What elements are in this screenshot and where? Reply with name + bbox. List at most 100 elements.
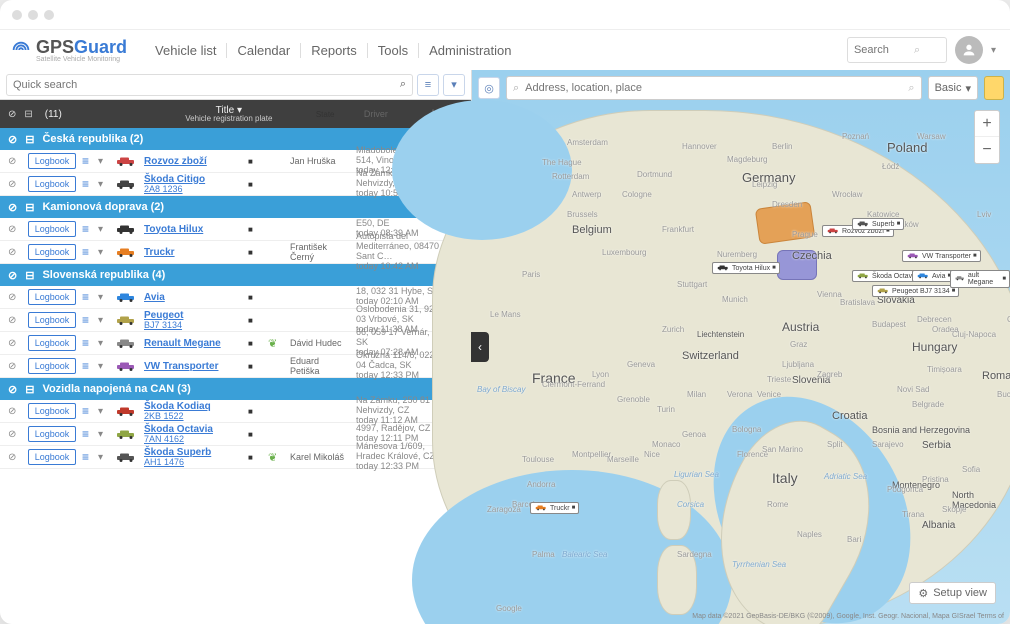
- vehicle-name-cell[interactable]: Truckr: [144, 247, 242, 258]
- window-min-dot[interactable]: [28, 10, 38, 20]
- vehicle-name-cell[interactable]: Renault Megane: [144, 338, 242, 349]
- col-state[interactable]: State: [312, 110, 352, 119]
- logbook-button[interactable]: Logbook: [28, 403, 76, 419]
- nav-reports[interactable]: Reports: [300, 43, 367, 58]
- collapse-icon[interactable]: ⊟: [25, 133, 34, 146]
- window-max-dot[interactable]: [44, 10, 54, 20]
- list-options-button[interactable]: ▾: [443, 74, 465, 96]
- pegman-icon[interactable]: [984, 76, 1004, 100]
- zoom-out-button[interactable]: −: [975, 137, 999, 163]
- vehicle-name-cell[interactable]: Škoda Octavia 7AN 4162: [144, 424, 242, 445]
- map-layer-select[interactable]: Basic▾: [928, 76, 978, 100]
- vehicle-plate[interactable]: 2A8 1236: [144, 185, 242, 195]
- row-more-icon[interactable]: ▾: [98, 292, 108, 303]
- col-driver[interactable]: Driver: [360, 109, 420, 119]
- vehicle-name-cell[interactable]: Škoda Superb AH1 1476: [144, 447, 242, 468]
- vehicle-name-link[interactable]: Renault Megane: [144, 338, 242, 349]
- row-menu-icon[interactable]: ≡: [82, 245, 92, 259]
- panel-collapse-button[interactable]: ‹: [471, 332, 489, 362]
- row-more-icon[interactable]: ▾: [98, 315, 108, 326]
- map-search[interactable]: ⌕ ⌕: [506, 76, 922, 100]
- logbook-button[interactable]: Logbook: [28, 153, 76, 169]
- row-more-icon[interactable]: ▾: [98, 338, 108, 349]
- vehicle-row[interactable]: ⊘ Logbook ≡ ▾ Škoda Kodiaq 2KB 1522 ■ Na…: [0, 400, 471, 423]
- vehicle-map-pin[interactable]: Superb■: [852, 218, 904, 230]
- logbook-button[interactable]: Logbook: [28, 426, 76, 442]
- collapse-icon[interactable]: ⊟: [25, 383, 34, 396]
- row-menu-icon[interactable]: ≡: [82, 404, 92, 418]
- row-more-icon[interactable]: ▾: [98, 247, 108, 258]
- logbook-button[interactable]: Logbook: [28, 221, 76, 237]
- logbook-button[interactable]: Logbook: [28, 358, 76, 374]
- row-check-icon[interactable]: ⊘: [8, 247, 22, 258]
- row-check-icon[interactable]: ⊘: [8, 292, 22, 303]
- row-check-icon[interactable]: ⊘: [8, 179, 22, 190]
- vehicle-row[interactable]: ⊘ Logbook ≡ ▾ VW Transporter ■ Eduard Pe…: [0, 355, 471, 378]
- vehicle-name-link[interactable]: Toyota Hilux: [144, 224, 242, 235]
- row-more-icon[interactable]: ▾: [98, 429, 108, 440]
- check-icon[interactable]: ⊘: [8, 269, 17, 282]
- zoom-in-button[interactable]: +: [975, 111, 999, 137]
- header-search[interactable]: ⌕: [847, 37, 947, 63]
- nav-vehicle-list[interactable]: Vehicle list: [145, 43, 226, 58]
- vehicle-name-link[interactable]: Škoda Superb: [144, 447, 242, 458]
- row-check-icon[interactable]: ⊘: [8, 224, 22, 235]
- vehicle-plate[interactable]: 2KB 1522: [144, 412, 242, 422]
- vehicle-row[interactable]: ⊘ Logbook ≡ ▾ Truckr ■ František Černý A…: [0, 241, 471, 264]
- collapse-all-icon[interactable]: ⊟: [24, 109, 32, 120]
- vehicle-plate[interactable]: BJ7 3134: [144, 321, 242, 331]
- vehicle-map-pin[interactable]: Toyota Hilux■: [712, 262, 780, 274]
- logbook-button[interactable]: Logbook: [28, 289, 76, 305]
- vehicle-name-link[interactable]: Škoda Citigo: [144, 174, 242, 185]
- vehicle-plate[interactable]: 7AN 4162: [144, 435, 242, 445]
- logbook-button[interactable]: Logbook: [28, 335, 76, 351]
- vehicle-name-link[interactable]: Rozvoz zboží: [144, 156, 242, 167]
- row-check-icon[interactable]: ⊘: [8, 156, 22, 167]
- vehicle-map-pin[interactable]: Peugeot BJ7 3134■: [872, 285, 959, 297]
- row-more-icon[interactable]: ▾: [98, 406, 108, 417]
- check-icon[interactable]: ⊘: [8, 201, 17, 214]
- row-menu-icon[interactable]: ≡: [82, 336, 92, 350]
- row-menu-icon[interactable]: ≡: [82, 450, 92, 464]
- vehicle-row[interactable]: ⊘ Logbook ≡ ▾ Škoda Superb AH1 1476 ■ ❦ …: [0, 446, 471, 469]
- vehicle-name-link[interactable]: Truckr: [144, 247, 242, 258]
- logo[interactable]: GPSGuard Satellite Vehicle Monitoring: [10, 37, 127, 63]
- vehicle-map-pin[interactable]: ault Megane■: [950, 270, 1010, 288]
- quick-search-input[interactable]: [13, 79, 400, 91]
- vehicle-name-cell[interactable]: Škoda Citigo 2A8 1236: [144, 174, 242, 195]
- vehicle-name-link[interactable]: Avia: [144, 292, 242, 303]
- search-go-icon[interactable]: ⌕: [908, 82, 914, 95]
- row-more-icon[interactable]: ▾: [98, 452, 108, 463]
- row-more-icon[interactable]: ▾: [98, 361, 108, 372]
- row-menu-icon[interactable]: ≡: [82, 427, 92, 441]
- check-all-icon[interactable]: ⊘: [8, 109, 16, 120]
- vehicle-map-pin[interactable]: VW Transporter■: [902, 250, 981, 262]
- avatar[interactable]: [955, 36, 983, 64]
- row-more-icon[interactable]: ▾: [98, 224, 108, 235]
- row-more-icon[interactable]: ▾: [98, 156, 108, 167]
- logbook-button[interactable]: Logbook: [28, 449, 76, 465]
- logbook-button[interactable]: Logbook: [28, 312, 76, 328]
- vehicle-name-link[interactable]: Škoda Kodiaq: [144, 401, 242, 412]
- map-search-input[interactable]: [525, 82, 902, 94]
- vehicle-map-pin[interactable]: Avia■: [912, 270, 955, 282]
- row-menu-icon[interactable]: ≡: [82, 313, 92, 327]
- nav-calendar[interactable]: Calendar: [226, 43, 300, 58]
- col-title[interactable]: Title ▾ Vehicle registration plate: [154, 106, 304, 122]
- vehicle-name-cell[interactable]: Avia: [144, 292, 242, 303]
- vehicle-name-link[interactable]: VW Transporter: [144, 361, 242, 372]
- vehicle-name-link[interactable]: Peugeot: [144, 310, 242, 321]
- collapse-icon[interactable]: ⊟: [25, 269, 34, 282]
- vehicle-name-link[interactable]: Škoda Octavia: [144, 424, 242, 435]
- nav-administration[interactable]: Administration: [418, 43, 521, 58]
- vehicle-name-cell[interactable]: Toyota Hilux: [144, 224, 242, 235]
- vehicle-name-cell[interactable]: Peugeot BJ7 3134: [144, 310, 242, 331]
- row-check-icon[interactable]: ⊘: [8, 361, 22, 372]
- row-check-icon[interactable]: ⊘: [8, 429, 22, 440]
- collapse-icon[interactable]: ⊟: [25, 201, 34, 214]
- logbook-button[interactable]: Logbook: [28, 244, 76, 260]
- vehicle-map-pin[interactable]: Truckr■: [530, 502, 579, 514]
- row-menu-icon[interactable]: ≡: [82, 290, 92, 304]
- window-close-dot[interactable]: [12, 10, 22, 20]
- vehicle-plate[interactable]: AH1 1476: [144, 458, 242, 468]
